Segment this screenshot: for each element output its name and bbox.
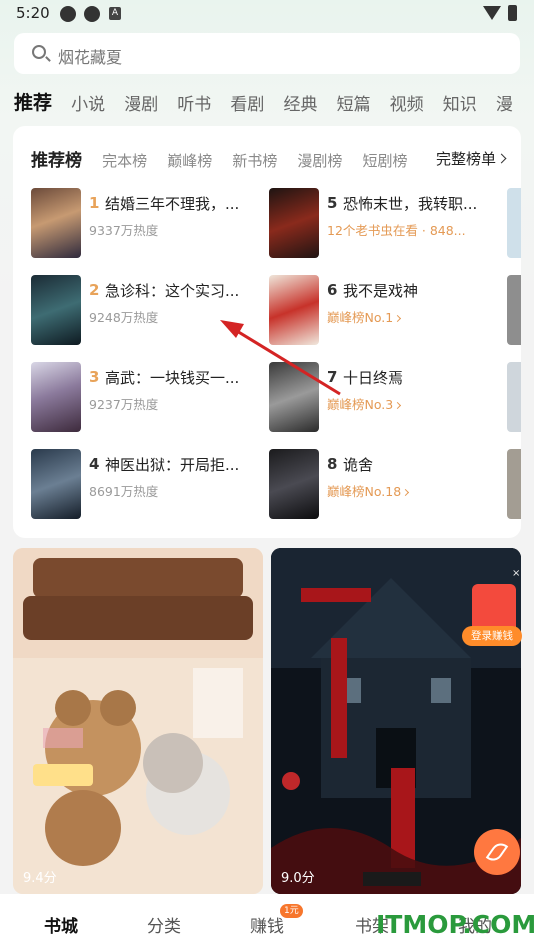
app-notification-icon: A — [109, 7, 121, 20]
book-heat: 12个老书虫在看 · 848... — [327, 223, 466, 238]
status-time: 5:20 — [16, 4, 50, 22]
close-icon[interactable]: × — [512, 568, 520, 579]
search-placeholder: 烟花藏夏 — [58, 48, 123, 67]
ranking-tab-shortdrama[interactable]: 短剧榜 — [363, 150, 408, 171]
book-item[interactable]: 5 恐怖末世，我转职... 12个老书虫在看 · 848... — [269, 188, 509, 258]
book-rank: 7 — [327, 368, 338, 386]
book-item[interactable]: 8 诡舍 巅峰榜No.18 — [269, 449, 509, 519]
battery-icon — [508, 5, 517, 21]
book-item[interactable]: 2 急诊科：这个实习... 9248万热度 — [31, 275, 271, 345]
login-reward-label: 登录赚钱 — [462, 626, 522, 646]
book-cover — [31, 449, 81, 519]
tab-recommend[interactable]: 推荐 — [14, 88, 52, 115]
wifi-icon — [483, 6, 501, 20]
promo-card-comic[interactable]: 9.4分 — [13, 548, 263, 894]
ranking-tab-recommend[interactable]: 推荐榜 — [31, 146, 82, 171]
book-rank: 1 — [89, 194, 100, 212]
book-cover — [31, 362, 81, 432]
tab-knowledge[interactable]: 知识 — [443, 90, 477, 115]
book-cover[interactable] — [507, 449, 521, 519]
ranking-card: 推荐榜 完本榜 巅峰榜 新书榜 漫剧榜 短剧榜 完整榜单 1 结婚三年不理我，.… — [13, 126, 521, 538]
search-bar[interactable]: 烟花藏夏 — [14, 33, 520, 74]
search-icon — [32, 45, 46, 59]
tab-comic[interactable]: 漫 — [496, 90, 513, 115]
red-envelope-icon — [472, 584, 516, 632]
category-tabs: 推荐 小说 漫剧 听书 看剧 经典 短篇 视频 知识 漫 — [14, 88, 534, 116]
promo-score: 9.4分 — [23, 871, 57, 886]
book-cover — [269, 275, 319, 345]
book-cover[interactable] — [507, 362, 521, 432]
app-notification-icon — [60, 6, 76, 22]
book-cover — [31, 188, 81, 258]
book-cover[interactable] — [507, 275, 521, 345]
earn-badge: 1元 — [280, 904, 303, 918]
tab-video[interactable]: 视频 — [390, 90, 424, 115]
book-item[interactable]: 3 高武：一块钱买一... 9237万热度 — [31, 362, 271, 432]
book-rank-badge[interactable]: 巅峰榜No.18 — [327, 481, 410, 500]
book-cover — [269, 362, 319, 432]
book-cover[interactable] — [507, 188, 521, 258]
book-cover — [31, 275, 81, 345]
book-item[interactable]: 7 十日终焉 巅峰榜No.3 — [269, 362, 509, 432]
book-title: 急诊科：这个实习... — [105, 282, 240, 300]
ranking-tab-peak[interactable]: 巅峰榜 — [167, 150, 212, 171]
book-title: 高武：一块钱买一... — [105, 369, 240, 387]
book-rank-badge[interactable]: 巅峰榜No.3 — [327, 394, 402, 413]
book-heat: 9337万热度 — [89, 223, 159, 238]
book-heat: 8691万热度 — [89, 484, 159, 499]
nav-category[interactable]: 分类 — [147, 912, 181, 937]
book-rank: 6 — [327, 281, 338, 299]
book-item[interactable]: 6 我不是戏神 巅峰榜No.1 — [269, 275, 509, 345]
chevron-right-icon — [496, 153, 507, 164]
login-reward-float[interactable]: × 登录赚钱 — [462, 568, 522, 648]
chevron-right-icon — [402, 488, 410, 497]
tab-drama[interactable]: 看剧 — [230, 90, 264, 115]
book-rank: 3 — [89, 368, 100, 386]
tab-short[interactable]: 短篇 — [337, 90, 371, 115]
tab-classic[interactable]: 经典 — [283, 90, 317, 115]
ranking-tab-manju[interactable]: 漫剧榜 — [297, 150, 342, 171]
nav-bookstore[interactable]: 书城 — [44, 912, 78, 937]
nav-earn[interactable]: 赚钱 — [250, 912, 284, 937]
full-list-label: 完整榜单 — [435, 150, 496, 168]
watermark-logo: ITMOP.COM — [376, 910, 534, 939]
book-item[interactable]: 4 神医出狱：开局拒... 8691万热度 — [31, 449, 271, 519]
promo-comic-illustration — [13, 548, 263, 894]
book-item[interactable]: 1 结婚三年不理我，... 9337万热度 — [31, 188, 271, 258]
promo-score: 9.0分 — [281, 871, 315, 886]
ranking-tabs: 推荐榜 完本榜 巅峰榜 新书榜 漫剧榜 短剧榜 — [31, 146, 423, 171]
status-bar: 5:20 A — [0, 0, 534, 28]
app-notification-icon — [84, 6, 100, 22]
chevron-right-icon — [394, 314, 402, 323]
book-rank: 8 — [327, 455, 338, 473]
book-title: 诡舍 — [343, 456, 374, 474]
book-title: 十日终焉 — [343, 369, 404, 387]
chevron-right-icon — [394, 401, 402, 410]
book-title: 结婚三年不理我，... — [105, 195, 240, 213]
book-rank-badge[interactable]: 巅峰榜No.1 — [327, 307, 402, 326]
book-rank: 5 — [327, 194, 338, 212]
book-rank: 2 — [89, 281, 100, 299]
book-title: 我不是戏神 — [343, 282, 419, 300]
book-title: 恐怖末世，我转职... — [343, 195, 478, 213]
book-cover — [269, 449, 319, 519]
ranking-tab-new[interactable]: 新书榜 — [232, 150, 277, 171]
full-list-link[interactable]: 完整榜单 — [435, 148, 507, 169]
book-cover — [269, 188, 319, 258]
ranking-tab-completed[interactable]: 完本榜 — [102, 150, 147, 171]
tab-novel[interactable]: 小说 — [71, 90, 105, 115]
book-heat: 9237万热度 — [89, 397, 159, 412]
write-feather-button[interactable] — [474, 829, 520, 875]
book-title: 神医出狱：开局拒... — [105, 456, 240, 474]
tab-audiobook[interactable]: 听书 — [177, 90, 211, 115]
book-heat: 9248万热度 — [89, 310, 159, 325]
book-rank: 4 — [89, 455, 100, 473]
tab-manju[interactable]: 漫剧 — [124, 90, 158, 115]
